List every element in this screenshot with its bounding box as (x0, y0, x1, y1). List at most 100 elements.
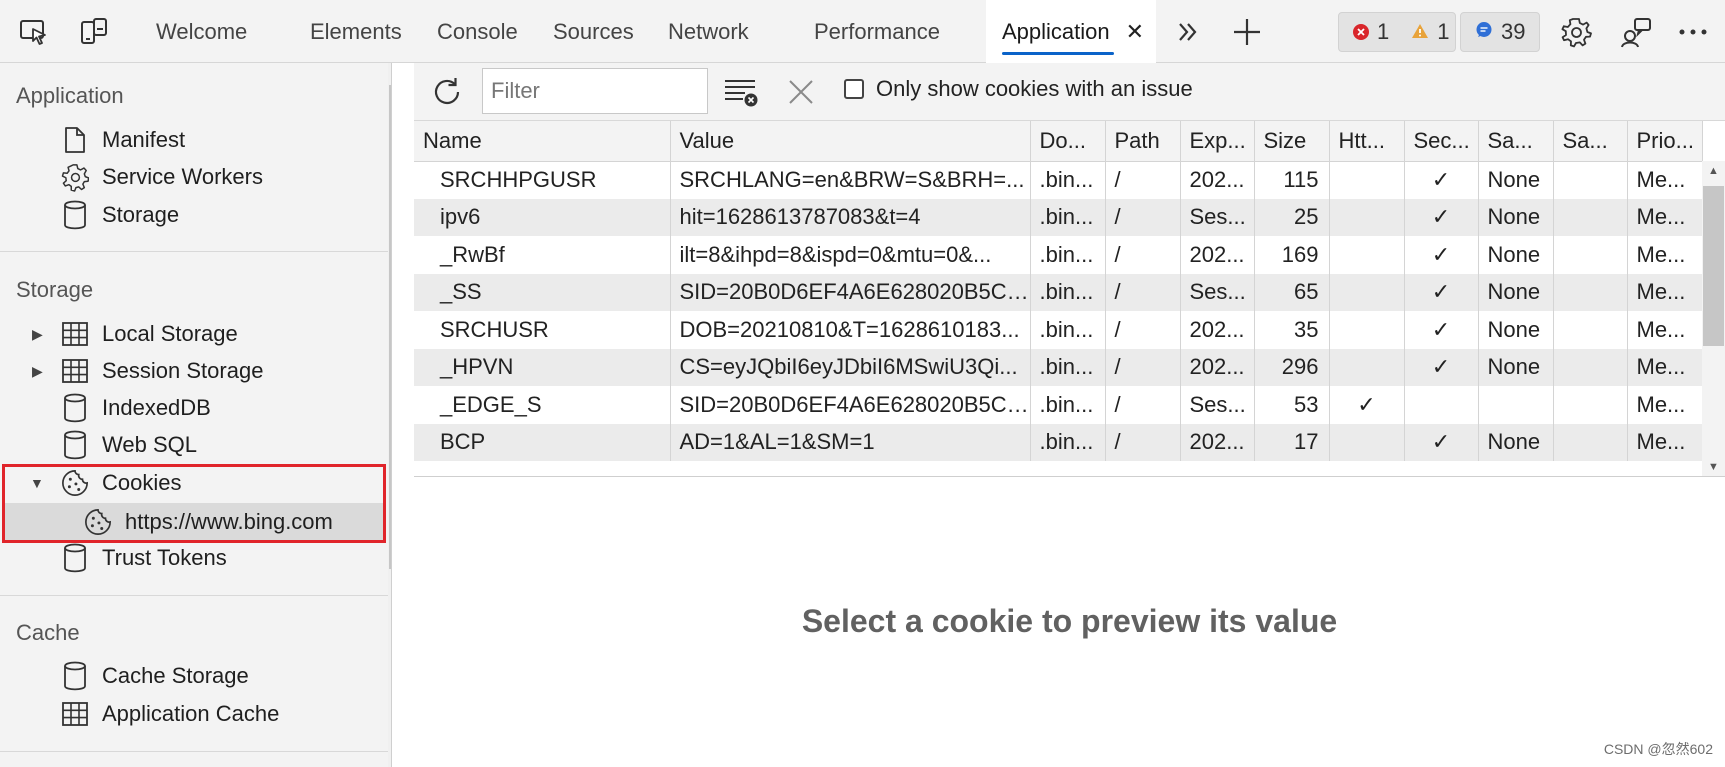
cookies-table: Name Value Do... Path Exp... Size Htt...… (414, 121, 1725, 477)
tab-network[interactable]: Network (668, 0, 749, 63)
tab-sources[interactable]: Sources (553, 0, 634, 63)
sidebar-scrollbar-thumb[interactable] (389, 85, 391, 569)
messages-badge[interactable]: 39 (1460, 12, 1540, 52)
table-row[interactable]: _SS SID=20B0D6EF4A6E628020B5C6... .bin... /… (414, 273, 1703, 311)
sidebar-item-storage[interactable]: Storage (0, 197, 385, 233)
cell-sameparty (1553, 236, 1628, 274)
column-header-path[interactable]: Path (1105, 121, 1181, 162)
cell-samesite: None (1478, 161, 1554, 199)
application-sidebar: Application Manifest Service Workers Sto… (0, 63, 392, 767)
sidebar-item-local-storage[interactable]: ▶ Local Storage (0, 316, 385, 352)
cell-priority: Me... (1627, 386, 1703, 424)
cell-secure: ✓ (1404, 236, 1479, 274)
database-icon (61, 393, 89, 423)
plus-icon[interactable] (1229, 14, 1265, 50)
column-header-secure[interactable]: Sec... (1404, 121, 1479, 162)
cell-domain: .bin... (1030, 198, 1106, 236)
database-icon (61, 200, 89, 230)
device-emulation-icon[interactable] (76, 14, 112, 50)
sidebar-item-indexeddb[interactable]: IndexedDB (0, 390, 385, 426)
sidebar-item-cookies[interactable]: ▼ Cookies (0, 465, 385, 501)
cell-secure: ✓ (1404, 423, 1479, 461)
refresh-icon[interactable] (428, 73, 466, 111)
cell-samesite (1478, 386, 1554, 424)
column-header-priority[interactable]: Prio... (1627, 121, 1703, 162)
cell-httponly (1329, 423, 1405, 461)
inspect-icon[interactable] (16, 14, 52, 50)
sidebar-item-manifest[interactable]: Manifest (0, 122, 385, 158)
expand-arrow-icon[interactable]: ▶ (32, 326, 43, 343)
cell-size: 25 (1254, 198, 1330, 236)
table-row[interactable]: BCP AD=1&AL=1&SM=1 .bin.../202... 17 ✓ None Me… (414, 423, 1703, 461)
database-icon (61, 543, 89, 573)
table-scrollbar-thumb[interactable] (1703, 186, 1724, 346)
tab-close-icon[interactable]: ✕ (1126, 0, 1144, 63)
cell-name: SRCHUSR (414, 311, 671, 349)
cell-name: _EDGE_S (414, 386, 671, 424)
sidebar-item-label: Web SQL (102, 432, 197, 457)
sidebar-item-label: Local Storage (102, 321, 238, 346)
tab-elements[interactable]: Elements (310, 0, 402, 63)
table-row[interactable]: _HPVN CS=eyJQbiI6eyJDbiI6MSwiU3Qi... .bin.… (414, 348, 1703, 386)
sidebar-item-application-cache[interactable]: Application Cache (0, 696, 385, 732)
cell-domain: .bin... (1030, 386, 1106, 424)
table-row[interactable]: _EDGE_S SID=20B0D6EF4A6E628020B5C6... .bin… (414, 386, 1703, 424)
grid-icon (61, 699, 89, 729)
cell-httponly (1329, 273, 1405, 311)
column-header-expires[interactable]: Exp... (1180, 121, 1255, 162)
tab-performance[interactable]: Performance (814, 0, 940, 63)
expand-arrow-icon[interactable]: ▶ (32, 363, 43, 380)
collapse-arrow-icon[interactable]: ▼ (30, 475, 44, 491)
more-icon[interactable] (1675, 14, 1711, 50)
sidebar-item-label: Cache Storage (102, 663, 249, 688)
database-icon (61, 661, 89, 691)
table-row[interactable]: SRCHUSR DOB=20210810&T=1628610183... .bin.… (414, 311, 1703, 349)
table-row[interactable]: ipv6 hit=1628613787083&t=4 .bin... / Ses... 2… (414, 198, 1703, 236)
delete-selected-icon[interactable] (782, 73, 820, 111)
cell-domain: .bin... (1030, 348, 1106, 386)
column-header-httponly[interactable]: Htt... (1329, 121, 1405, 162)
cell-secure: ✓ (1404, 198, 1479, 236)
cell-httponly (1329, 198, 1405, 236)
sidebar-item-web-sql[interactable]: Web SQL (0, 427, 385, 463)
warning-count: 1 (1437, 19, 1450, 44)
cookie-icon (84, 507, 112, 537)
only-issue-label: Only show cookies with an issue (876, 76, 1193, 101)
sidebar-item-cookie-origin[interactable]: https://www.bing.com (5, 503, 383, 540)
warning-icon (1411, 19, 1429, 45)
column-header-sameparty[interactable]: Sa... (1553, 121, 1628, 162)
cell-httponly (1329, 311, 1405, 349)
sidebar-item-trust-tokens[interactable]: Trust Tokens (0, 540, 385, 576)
cell-domain: .bin... (1030, 161, 1106, 199)
column-header-size[interactable]: Size (1254, 121, 1330, 162)
cell-size: 296 (1254, 348, 1330, 386)
issues-badge[interactable]: 1 1 (1338, 12, 1456, 52)
tab-application[interactable]: Application ✕ (986, 0, 1157, 63)
chevron-double-right-icon[interactable] (1170, 14, 1206, 50)
tab-welcome[interactable]: Welcome (156, 0, 247, 63)
cell-secure: ✓ (1404, 311, 1479, 349)
only-issue-checkbox[interactable]: Only show cookies with an issue (844, 76, 1193, 102)
section-title-application: Application (16, 83, 124, 108)
column-header-name[interactable]: Name (414, 121, 671, 162)
column-header-domain[interactable]: Do... (1030, 121, 1106, 162)
cell-secure: ✓ (1404, 273, 1479, 311)
table-row[interactable]: _RwBf ilt=8&ihpd=8&ispd=0&mtu=0&... .bin..… (414, 236, 1703, 274)
scroll-up-icon[interactable]: ▲ (1708, 165, 1719, 177)
clear-all-cookies-icon[interactable] (722, 73, 760, 111)
checkbox-box[interactable] (844, 79, 864, 99)
settings-gear-icon[interactable] (1558, 14, 1594, 50)
tab-console[interactable]: Console (437, 0, 518, 63)
sidebar-item-service-workers[interactable]: Service Workers (0, 159, 385, 195)
sidebar-item-cache-storage[interactable]: Cache Storage (0, 658, 385, 694)
devtools-toolbar: Welcome Elements Console Sources Network… (0, 0, 1725, 63)
filter-input[interactable] (482, 68, 708, 114)
column-header-samesite[interactable]: Sa... (1478, 121, 1554, 162)
scroll-down-icon[interactable]: ▼ (1708, 461, 1719, 473)
cell-expires: Ses... (1180, 273, 1255, 311)
feedback-icon[interactable] (1618, 14, 1654, 50)
table-row[interactable]: SRCHHPGUSR SRCHLANG=en&BRW=S&BRH=... .bin.… (414, 161, 1703, 199)
column-header-value[interactable]: Value (670, 121, 1031, 162)
sidebar-item-session-storage[interactable]: ▶ Session Storage (0, 353, 385, 389)
sidebar-item-label: Storage (102, 202, 180, 227)
